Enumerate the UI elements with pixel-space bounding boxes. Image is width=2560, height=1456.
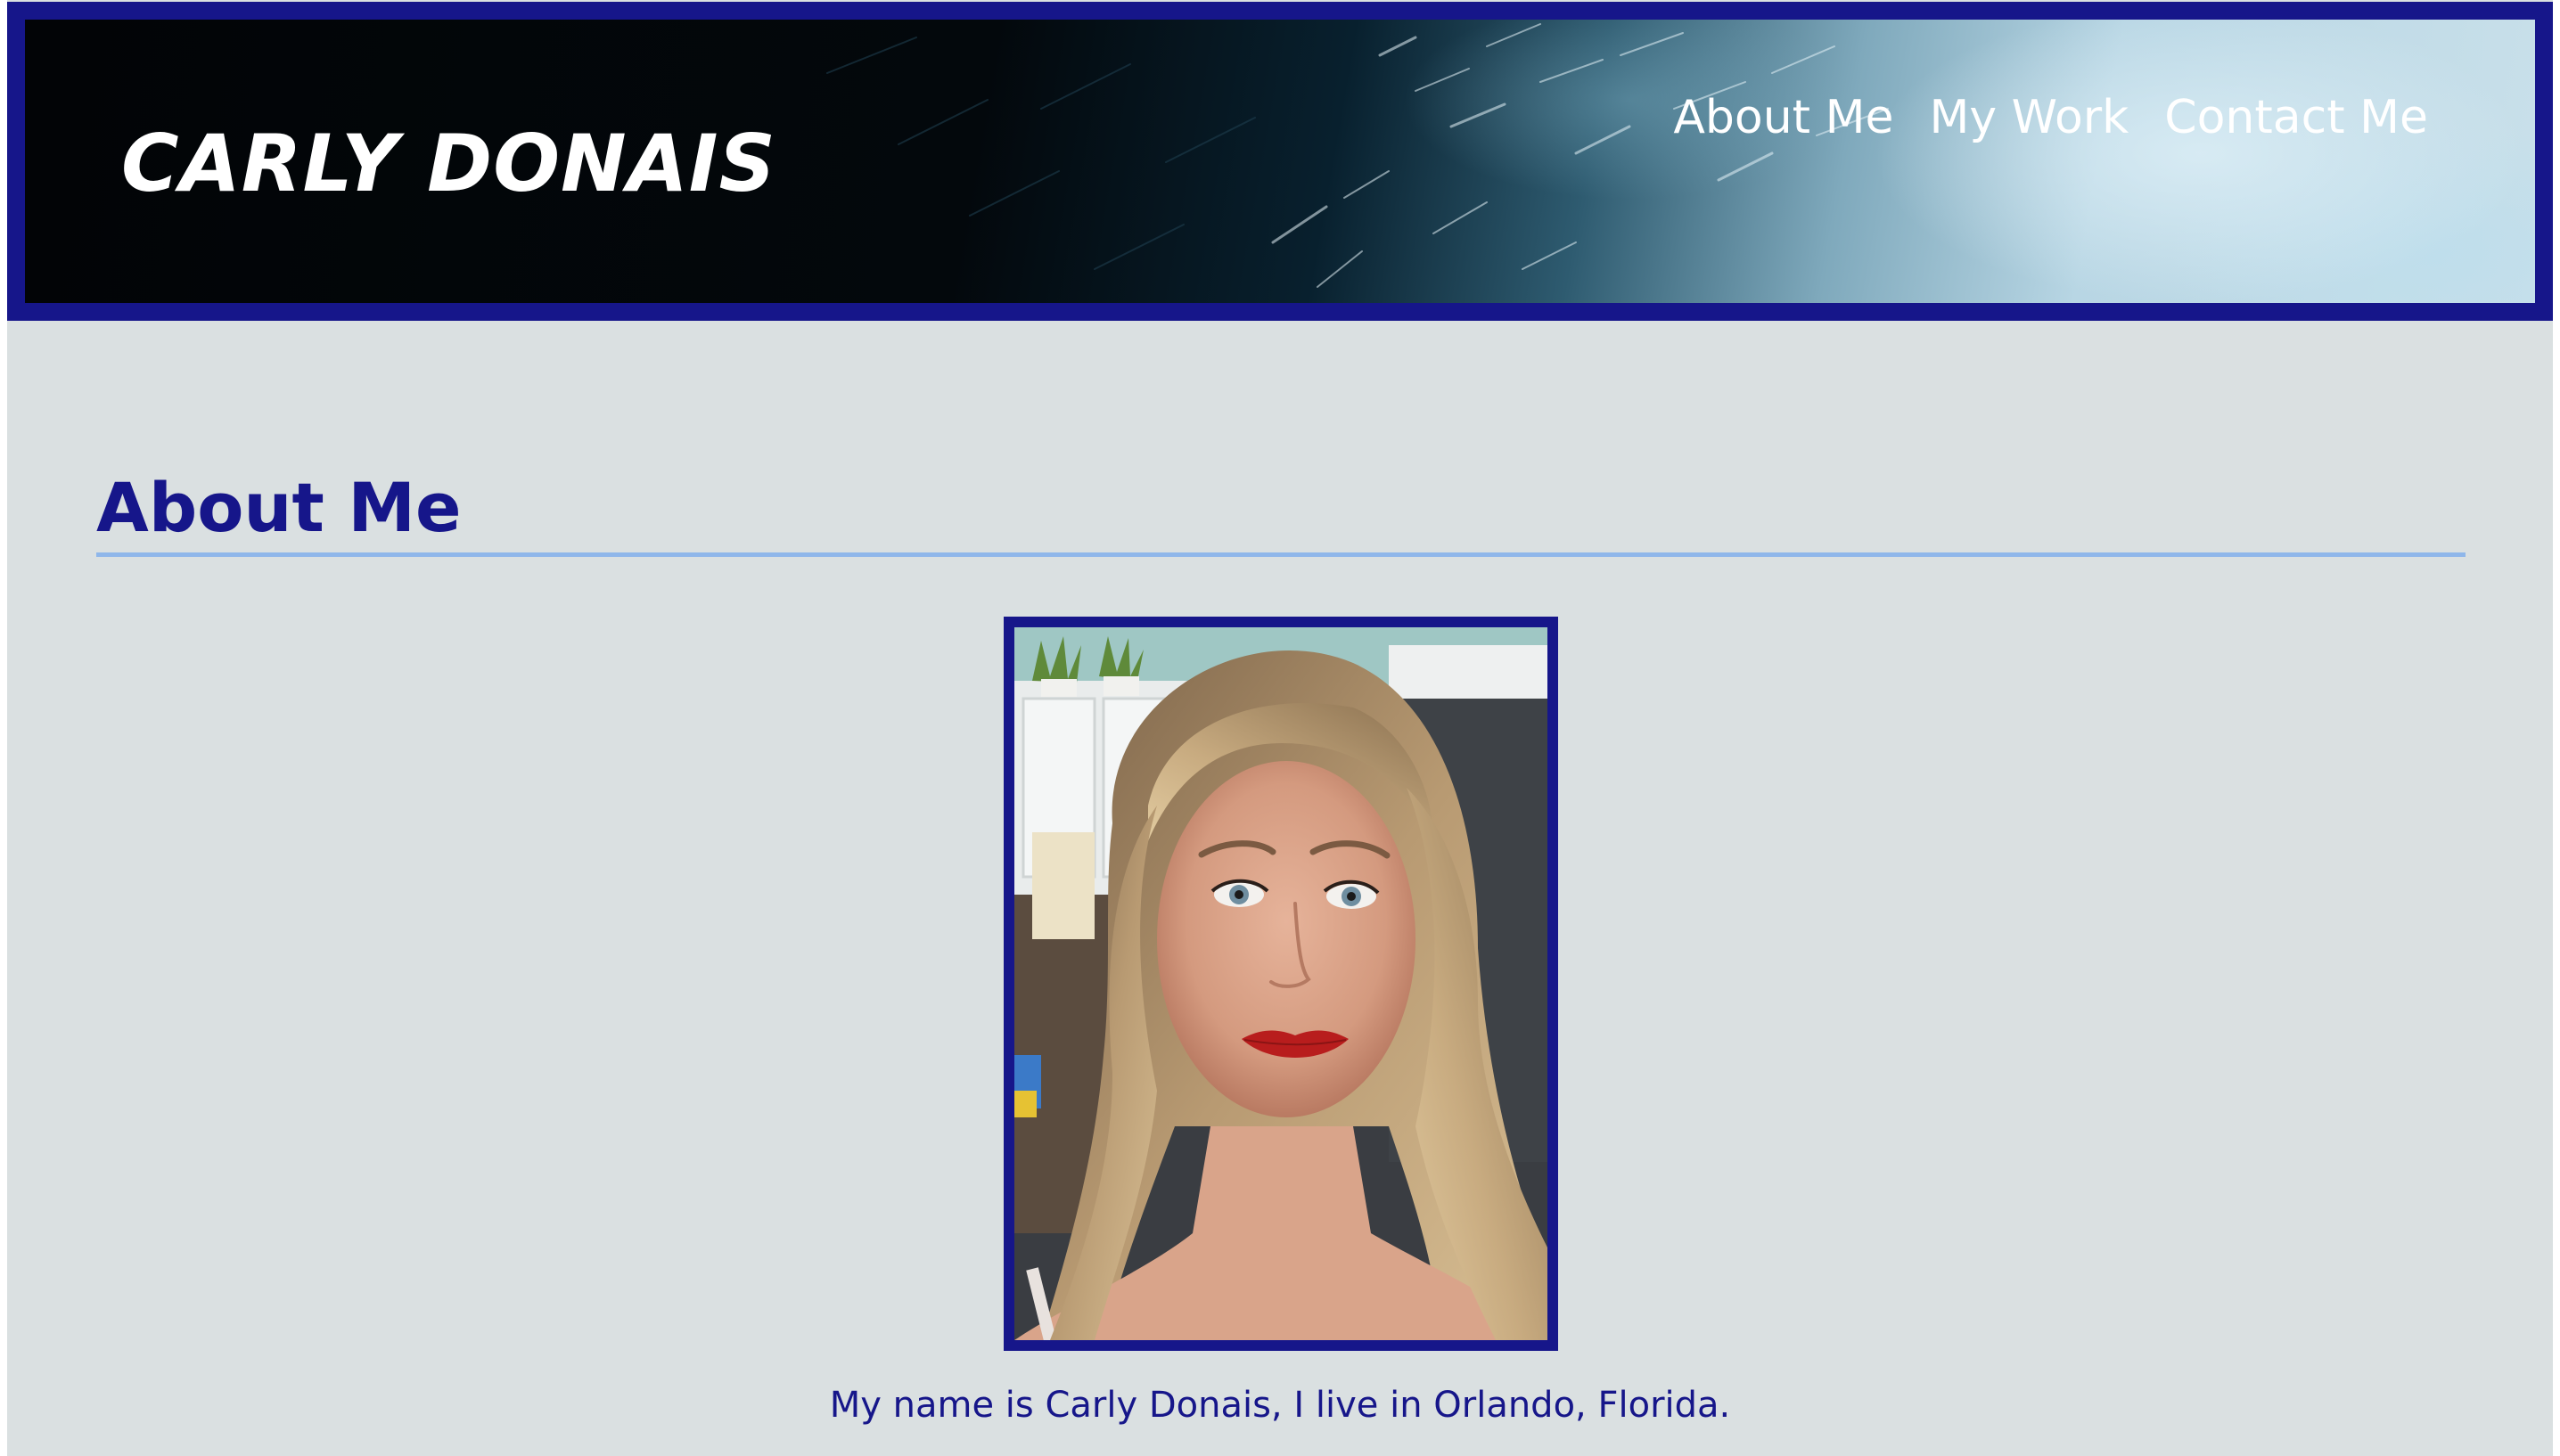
about-me-heading: About Me	[96, 468, 462, 547]
portrait-image	[1014, 627, 1547, 1340]
nav-link-about-me[interactable]: About Me	[1673, 91, 1893, 144]
main-nav: About Me My Work Contact Me	[1673, 91, 2428, 144]
page: CARLY DONAIS About Me My Work Contact Me…	[7, 0, 2553, 1456]
about-caption: My name is Carly Donais, I live in Orlan…	[829, 1385, 1731, 1426]
site-header: CARLY DONAIS About Me My Work Contact Me	[7, 2, 2553, 321]
nav-link-my-work[interactable]: My Work	[1929, 91, 2129, 144]
nav-link-contact-me[interactable]: Contact Me	[2164, 91, 2428, 144]
heading-divider	[96, 552, 2466, 557]
site-title[interactable]: CARLY DONAIS	[121, 118, 776, 209]
portrait-photo	[1004, 617, 1558, 1351]
